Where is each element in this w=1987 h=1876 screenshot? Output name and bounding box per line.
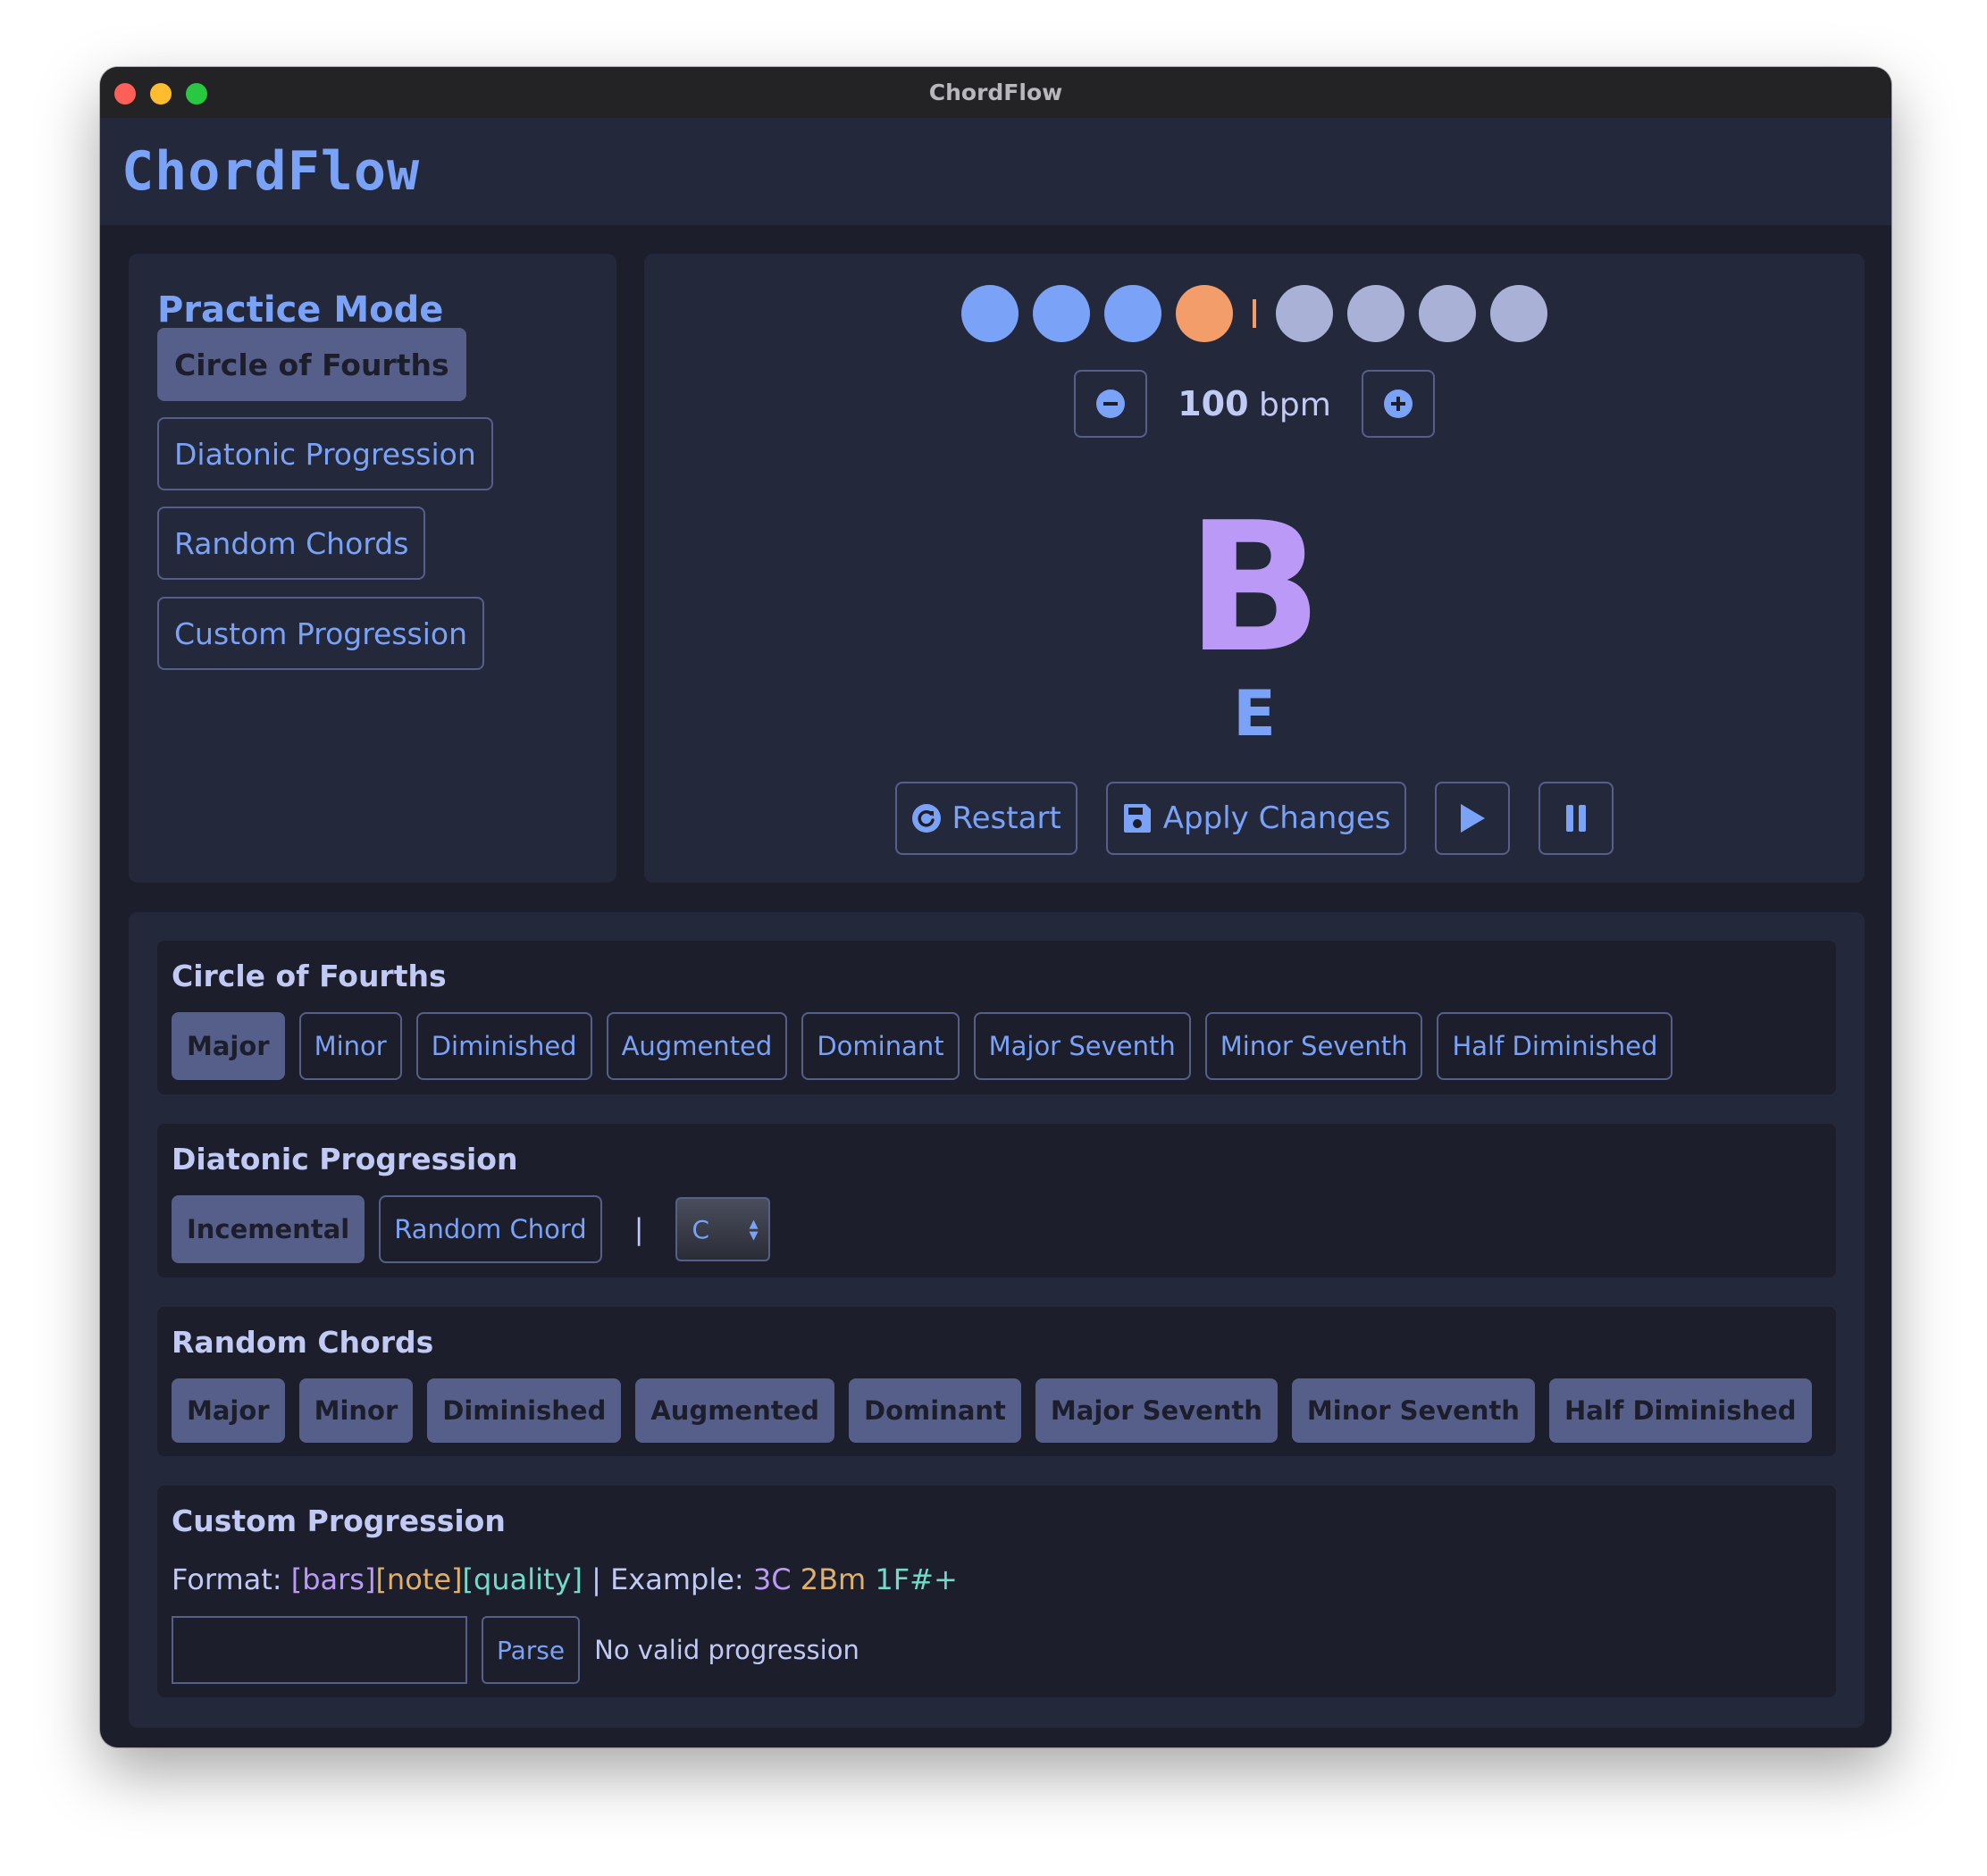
format-prefix: Format: [172,1562,291,1596]
beat-dot-upcoming [1419,285,1476,342]
random-quality-dominant[interactable]: Dominant [849,1378,1021,1443]
tempo-display: 100 bpm [1178,384,1331,423]
circle-quality-half-diminished[interactable]: Half Diminished [1437,1012,1673,1080]
circle-quality-minor-seventh[interactable]: Minor Seventh [1204,1012,1423,1080]
random-quality-half-diminished[interactable]: Half Diminished [1548,1378,1812,1443]
random-quality-major[interactable]: Major [172,1378,285,1443]
player-panel: 100 bpm B E Restart Apply Changes [644,254,1865,883]
custom-progression-controls: Parse No valid progression [172,1616,859,1684]
app-title: ChordFlow [122,140,421,203]
progression-status: No valid progression [594,1635,859,1665]
save-icon [1123,804,1151,833]
mode-circle-of-fourths-button[interactable]: Circle of Fourths [157,328,466,401]
format-quality: [quality] [462,1562,583,1596]
diatonic-progression-title: Diatonic Progression [172,1142,518,1177]
tempo-decrease-button[interactable] [1074,370,1148,438]
key-select[interactable]: C ▲ ▼ [675,1197,771,1261]
random-quality-minor-seventh[interactable]: Minor Seventh [1291,1378,1535,1443]
random-quality-diminished[interactable]: Diminished [427,1378,622,1443]
random-quality-options: Major Minor Diminished Augmented Dominan… [172,1378,1812,1443]
settings-panel: Circle of Fourths Major Minor Diminished… [129,912,1865,1728]
pause-icon [1566,805,1587,832]
window-title: ChordFlow [928,80,1063,105]
circle-quality-options: Major Minor Diminished Augmented Dominan… [172,1012,1673,1080]
format-bars: [bars] [290,1562,376,1596]
option-separator: | [633,1212,644,1246]
circle-of-fourths-title: Circle of Fourths [172,959,447,993]
tempo-control: 100 bpm [644,370,1865,438]
app-window: ChordFlow ChordFlow Practice Mode Circle… [100,67,1891,1747]
mode-random-chords-button[interactable]: Random Chords [157,507,426,580]
custom-progression-section: Custom Progression Format: [bars][note][… [157,1486,1836,1697]
format-hint: Format: [bars][note][quality] | Example:… [172,1562,958,1596]
beat-dot-played [961,285,1019,342]
next-chord: E [1233,677,1276,750]
beat-dot-upcoming [1490,285,1547,342]
beat-dot-played [1104,285,1161,342]
play-button[interactable] [1435,782,1511,855]
restart-icon [911,804,941,833]
tempo-value: 100 [1178,384,1249,423]
beat-indicator [644,284,1865,343]
play-icon [1461,804,1486,833]
practice-mode-panel: Practice Mode Circle of Fourths Diatonic… [129,254,616,883]
diatonic-progression-section: Diatonic Progression Incemental Random C… [157,1124,1836,1277]
circle-quality-minor[interactable]: Minor [298,1012,402,1080]
beat-dot-upcoming [1276,285,1333,342]
random-chords-title: Random Chords [172,1325,434,1360]
custom-progression-title: Custom Progression [172,1503,506,1538]
minus-circle-icon [1096,389,1126,418]
circle-quality-augmented[interactable]: Augmented [606,1012,788,1080]
app-header: ChordFlow [100,118,1891,225]
title-bar: ChordFlow [100,67,1891,118]
playback-controls: Restart Apply Changes [644,781,1865,856]
practice-mode-title: Practice Mode [157,289,444,331]
restart-button[interactable]: Restart [894,782,1077,855]
circle-of-fourths-section: Circle of Fourths Major Minor Diminished… [157,941,1836,1094]
beat-dot-played [1033,285,1090,342]
diatonic-incremental-button[interactable]: Incemental [172,1195,365,1263]
apply-changes-label: Apply Changes [1162,800,1391,836]
pause-button[interactable] [1538,782,1614,855]
example-chord-3: 1F#+ [875,1562,958,1596]
diatonic-random-chord-button[interactable]: Random Chord [379,1195,602,1263]
example-chord-2: 2Bm [800,1562,867,1596]
diatonic-options: Incemental Random Chord | C ▲ ▼ [172,1195,771,1263]
random-quality-minor[interactable]: Minor [298,1378,414,1443]
circle-quality-diminished[interactable]: Diminished [415,1012,592,1080]
parse-button[interactable]: Parse [482,1616,581,1684]
tempo-unit: bpm [1259,387,1331,423]
random-chords-section: Random Chords Major Minor Diminished Aug… [157,1307,1836,1456]
bar-separator [1253,299,1256,328]
mode-diatonic-progression-button[interactable]: Diatonic Progression [157,417,493,490]
current-chord: B [1186,484,1323,692]
progression-input[interactable] [172,1616,467,1684]
tempo-increase-button[interactable] [1361,370,1435,438]
plus-circle-icon [1383,389,1413,418]
restart-label: Restart [952,800,1061,836]
beat-dot-upcoming [1347,285,1404,342]
random-quality-major-seventh[interactable]: Major Seventh [1035,1378,1278,1443]
circle-quality-major[interactable]: Major [172,1012,285,1080]
example-chord-1: 3C [752,1562,792,1596]
circle-quality-major-seventh[interactable]: Major Seventh [973,1012,1191,1080]
example-prefix: | Example: [582,1562,753,1596]
beat-dot-current [1176,285,1233,342]
select-arrows-icon: ▲ ▼ [749,1218,759,1243]
mode-custom-progression-button[interactable]: Custom Progression [157,597,485,670]
random-quality-augmented[interactable]: Augmented [635,1378,835,1443]
format-note: [note] [375,1562,463,1596]
circle-quality-dominant[interactable]: Dominant [801,1012,960,1080]
apply-changes-button[interactable]: Apply Changes [1105,782,1407,855]
key-select-value: C [692,1214,710,1244]
